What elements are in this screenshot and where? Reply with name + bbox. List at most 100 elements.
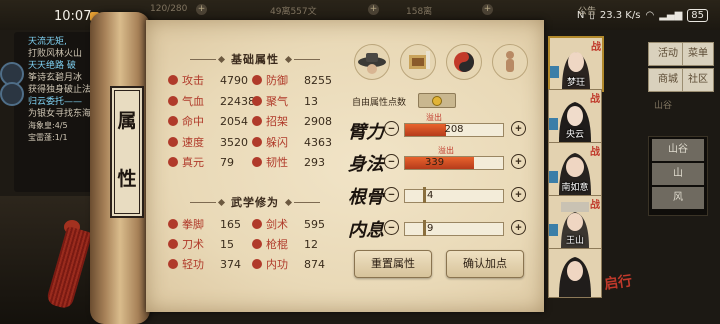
- battle-tag: 战: [590, 94, 600, 105]
- defense-icon: [252, 75, 262, 85]
- meridian-body-icon[interactable]: [492, 44, 528, 80]
- announcement-link[interactable]: 公告: [578, 4, 596, 18]
- decrease-breath-button[interactable]: −: [384, 220, 399, 235]
- location-item[interactable]: 山谷: [652, 139, 704, 161]
- equipment-icon[interactable]: [400, 44, 436, 80]
- lightness-icon: [168, 259, 178, 269]
- status-time: 10:07: [54, 9, 92, 24]
- map-toggle-icon[interactable]: [0, 82, 24, 106]
- attr-sword: 剑术 595: [252, 216, 325, 232]
- status-indicators: N ▯ 23.3 K/s ◠ ▂▄▆ 85: [577, 9, 708, 22]
- attr-inner: 内功 874: [252, 256, 325, 272]
- reset-attributes-button[interactable]: 重置属性: [354, 250, 432, 278]
- inner-power-icon: [252, 259, 262, 269]
- essence-icon: [168, 157, 178, 167]
- wifi-icon: ◠: [645, 10, 655, 21]
- speed-icon: [168, 137, 178, 147]
- fist-icon: [168, 219, 178, 229]
- focus-icon: [252, 96, 262, 106]
- agility-bar: 339: [404, 156, 504, 170]
- character-hat-icon[interactable]: [354, 44, 390, 80]
- overflow-label: 溢出: [426, 113, 442, 122]
- martial-attrs-header: 武学修为: [170, 195, 340, 209]
- free-points-badge: [418, 93, 456, 108]
- depart-stamp[interactable]: 启行: [603, 270, 634, 294]
- dodge-icon: [252, 137, 262, 147]
- area-name: 山谷: [654, 101, 673, 111]
- stat-label: 臂力: [348, 122, 384, 143]
- attr-speed: 速度 3520: [168, 134, 248, 150]
- strength-bar: 208: [404, 123, 504, 137]
- sword-icon: [252, 219, 262, 229]
- resource-gold: 158离: [406, 7, 433, 17]
- resource-money: 49离557文: [270, 7, 317, 17]
- portrait-character[interactable]: 战 央云: [548, 89, 602, 143]
- portrait-name: 南如意: [561, 183, 589, 193]
- scroll-title-char: 性: [117, 168, 137, 190]
- portrait-name: 央云: [565, 130, 584, 140]
- signal-icon: ▂▄▆: [659, 10, 683, 21]
- scroll-title-plate: 属 性: [110, 86, 144, 218]
- add-money-button[interactable]: +: [368, 4, 379, 15]
- increase-breath-button[interactable]: +: [511, 220, 526, 235]
- community-button[interactable]: 社区: [682, 68, 714, 92]
- blade-icon: [168, 239, 178, 249]
- attr-defense: 防御 8255: [252, 72, 332, 88]
- decrease-strength-button[interactable]: −: [384, 121, 399, 136]
- confirm-points-button[interactable]: 确认加点: [446, 250, 524, 278]
- location-item[interactable]: 风: [652, 187, 704, 209]
- stat-label: 身法: [348, 154, 384, 175]
- attr-essence: 真元 79: [168, 154, 234, 170]
- add-stamina-button[interactable]: +: [196, 4, 207, 15]
- increase-constitution-button[interactable]: +: [511, 187, 526, 202]
- constitution-bar: 4: [404, 187, 504, 203]
- battle-tag: 战: [591, 42, 601, 53]
- add-gold-button[interactable]: +: [482, 4, 493, 15]
- attr-blade: 刀术 15: [168, 236, 234, 252]
- decrease-agility-button[interactable]: −: [384, 154, 399, 169]
- stat-label: 内息: [348, 220, 384, 241]
- increase-strength-button[interactable]: +: [511, 121, 526, 136]
- attr-lightness: 轻功 374: [168, 256, 241, 272]
- resource-stamina: 120/280: [150, 4, 188, 14]
- hit-icon: [168, 116, 178, 126]
- battle-tag: 战: [590, 200, 600, 211]
- battery-icon: 85: [687, 9, 708, 22]
- portrait-character[interactable]: 战 王山: [548, 195, 602, 249]
- portrait-character[interactable]: 战 梦玨: [548, 36, 604, 92]
- spear-icon: [252, 239, 262, 249]
- decrease-constitution-button[interactable]: −: [384, 187, 399, 202]
- attr-toughness: 韧性 293: [252, 154, 325, 170]
- portrait-name: 梦玨: [566, 78, 585, 88]
- network-speed: 23.3 K/s: [599, 10, 641, 21]
- strength-value: 208: [444, 124, 464, 135]
- attr-fist: 拳脚 165: [168, 216, 241, 232]
- portrait-character[interactable]: [548, 248, 602, 298]
- coin-icon: [432, 95, 442, 106]
- breath-value: 9: [427, 223, 434, 234]
- increase-agility-button[interactable]: +: [511, 154, 526, 169]
- menu-button[interactable]: 菜单: [682, 42, 714, 66]
- attr-spear: 枪棍 12: [252, 236, 318, 252]
- attr-attack: 攻击 4790: [168, 72, 248, 88]
- battle-tag: 战: [590, 147, 600, 158]
- skill-yin-yang-icon[interactable]: [446, 44, 482, 80]
- attr-hit: 命中 2054: [168, 113, 248, 129]
- bar-tick: [423, 187, 426, 203]
- location-item[interactable]: 山: [652, 163, 704, 185]
- attr-hp: 气血 22438: [168, 93, 255, 109]
- attr-dodge: 躲闪 4363: [252, 134, 332, 150]
- location-list: 山谷 山 风: [648, 136, 708, 216]
- portrait-character[interactable]: 战 南如意: [548, 142, 602, 196]
- attr-parry: 招架 2908: [252, 113, 332, 129]
- constitution-value: 4: [427, 190, 434, 201]
- agility-value: 339: [425, 157, 445, 168]
- parry-icon: [252, 116, 262, 126]
- attr-focus: 聚气 13: [252, 93, 318, 109]
- breath-bar: 9: [404, 220, 504, 236]
- attack-icon: [168, 75, 178, 85]
- overflow-label: 溢出: [438, 146, 454, 155]
- free-points-label: 自由属性点数: [352, 98, 407, 108]
- scroll-title-char: 属: [117, 110, 137, 132]
- portrait-name: 王山: [565, 236, 584, 246]
